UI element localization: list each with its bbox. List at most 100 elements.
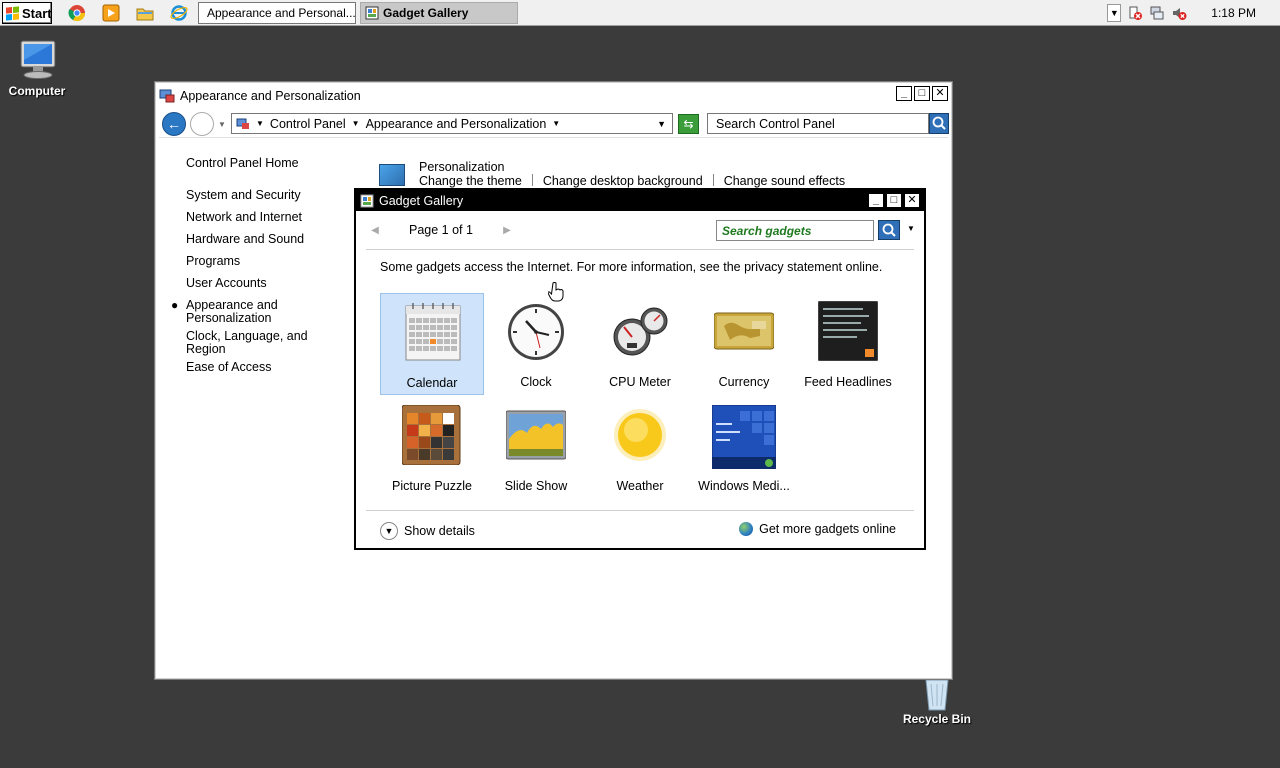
privacy-note: Some gadgets access the Internet. For mo… [380,260,883,274]
desktop-icon-recycle-bin[interactable]: Recycle Bin [897,676,977,726]
gadget-search-button[interactable] [878,220,900,240]
window-title-bar[interactable]: Appearance and Personalization [159,86,948,106]
sidebar-item-label-line: Region [186,342,226,356]
close-button[interactable]: ✕ [904,193,920,208]
system-tray: ▼ 1:18 PM [1107,3,1272,23]
gadget-label: Picture Puzzle [392,479,472,493]
sidebar-item-appearance[interactable]: ● Appearance and Personalization [171,299,336,325]
calendar-icon [405,303,461,361]
breadcrumb-chevron[interactable]: ▼ [352,119,360,128]
gadget-gallery-title: Gadget Gallery [379,193,464,208]
computer-icon [20,40,56,79]
desktop-icon-label: Computer [8,84,66,98]
gadget-label: Calendar [406,376,458,390]
search-control-panel-input[interactable]: Search Control Panel [707,113,929,134]
window-controls: _ □ ✕ [896,86,948,101]
search-options-dropdown[interactable]: ▼ [907,224,915,233]
desktop-icon-label: Recycle Bin [902,712,972,726]
taskbar-item-label: Gadget Gallery [383,6,469,20]
breadcrumb-chevron[interactable]: ▼ [552,119,560,128]
sidebar-item-programs[interactable]: Programs [186,255,336,268]
maximize-button[interactable]: □ [886,193,902,208]
link-change-theme[interactable]: Change the theme [419,174,522,188]
control-panel-icon [236,118,249,129]
gadget-picture-puzzle[interactable]: Picture Puzzle [380,397,484,499]
gadget-feed-headlines[interactable]: Feed Headlines [796,293,900,395]
sidebar-item-system-security[interactable]: System and Security [186,189,336,202]
search-gadgets-input[interactable]: Search gadgets [716,220,874,241]
gadget-windows-media-center[interactable]: Windows Medi... [692,397,796,499]
media-player-icon[interactable] [102,4,120,22]
start-button[interactable]: Start [2,2,52,24]
previous-page-button[interactable]: ◀ [368,225,382,236]
personalization-title[interactable]: Personalization [419,160,504,174]
page-indicator: Page 1 of 1 [409,223,473,237]
taskbar-item-appearance[interactable]: Appearance and Personal... [198,2,356,24]
recent-pages-dropdown[interactable]: ▼ [218,120,226,129]
show-hidden-icons-button[interactable]: ▼ [1107,4,1122,22]
address-bar[interactable]: ▼ Control Panel ▼ Appearance and Persona… [231,113,673,134]
internet-explorer-icon[interactable] [170,4,188,22]
recycle-bin-icon [925,679,949,711]
link-divider [531,174,533,186]
gadget-cpu-meter[interactable]: CPU Meter [588,293,692,395]
link-divider [712,174,714,186]
sidebar-item-user-accounts[interactable]: User Accounts [186,277,336,290]
taskbar-item-gadget-gallery[interactable]: Gadget Gallery [360,2,518,24]
sidebar-item-home[interactable]: Control Panel Home [186,157,336,170]
windows-logo-icon [6,5,19,21]
clock-icon [508,304,564,360]
divider [366,510,914,511]
currency-icon [714,312,774,350]
sidebar-item-ease-of-access[interactable]: Ease of Access [186,361,336,374]
gadget-gallery-icon [360,194,374,207]
close-button[interactable]: ✕ [932,86,948,101]
gadget-label: CPU Meter [609,375,671,389]
gadget-slide-show[interactable]: Slide Show [484,397,588,499]
minimize-button[interactable]: _ [896,86,912,101]
network-icon[interactable] [1149,5,1165,21]
sidebar-item-network-internet[interactable]: Network and Internet [186,211,336,224]
gadget-currency[interactable]: Currency [692,293,796,395]
gadget-label: Slide Show [504,479,568,493]
weather-icon [614,409,666,461]
breadcrumb-chevron[interactable]: ▼ [256,119,264,128]
sidebar-item-hardware-sound[interactable]: Hardware and Sound [186,233,336,246]
picture-puzzle-icon [402,405,461,465]
link-change-sound[interactable]: Change sound effects [724,174,845,188]
breadcrumb-control-panel[interactable]: Control Panel [270,117,346,131]
personalization-icon [379,164,405,186]
cpu-meter-icon [613,307,668,356]
breadcrumb-appearance[interactable]: Appearance and Personalization [366,117,547,131]
forward-button[interactable] [190,112,214,136]
get-more-gadgets-link[interactable]: Get more gadgets online [739,522,896,536]
search-icon [932,116,946,130]
slide-show-icon [506,410,566,460]
minimize-button[interactable]: _ [868,193,884,208]
sidebar-item-clock-language[interactable]: Clock, Language, and Region [186,330,336,356]
gadget-clock[interactable]: Clock [484,293,588,395]
gadget-weather[interactable]: Weather [588,397,692,499]
taskbar-clock[interactable]: 1:18 PM [1211,6,1256,20]
refresh-button[interactable]: ⇆ [678,114,699,134]
gadget-calendar[interactable]: Calendar [380,293,484,395]
show-details-toggle[interactable]: ▼ Show details [380,522,475,540]
chrome-icon[interactable] [68,4,86,22]
volume-muted-icon[interactable] [1171,5,1187,21]
gadget-gallery-title-bar[interactable]: Gadget Gallery [356,190,924,211]
control-panel-icon [159,89,175,103]
back-button[interactable]: ← [162,112,186,136]
desktop-icon-computer[interactable]: Computer [0,38,77,98]
taskbar: Start Appearance and Personal... Gadget … [0,0,1280,26]
folder-icon[interactable] [136,4,154,22]
maximize-button[interactable]: □ [914,86,930,101]
action-center-icon[interactable] [1127,5,1143,21]
next-page-button[interactable]: ▶ [500,225,514,236]
address-history-dropdown[interactable]: ▼ [657,119,666,129]
gadget-label: Clock [520,375,552,389]
search-button[interactable] [929,113,949,134]
link-change-background[interactable]: Change desktop background [543,174,703,188]
taskbar-item-label: Appearance and Personal... [207,6,356,20]
feed-headlines-icon [818,301,878,361]
globe-icon [739,522,754,536]
